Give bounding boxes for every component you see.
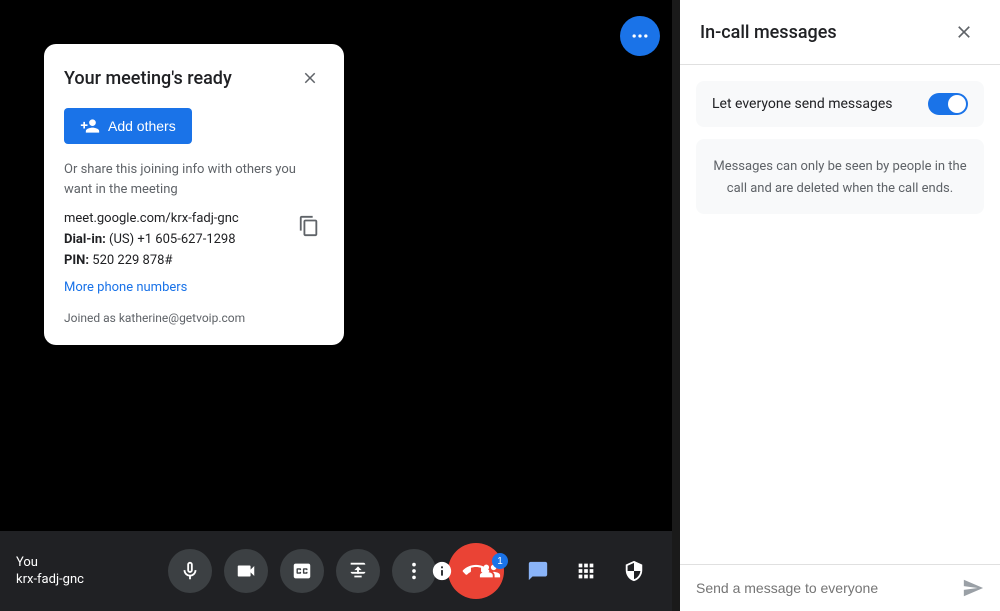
popup-header: Your meeting's ready <box>64 64 324 92</box>
meeting-info-button[interactable] <box>420 549 464 593</box>
add-others-button[interactable]: Add others <box>64 108 192 144</box>
panel-footer <box>680 564 1000 611</box>
microphone-button[interactable] <box>168 549 212 593</box>
meeting-info-text: meet.google.com/krx-fadj-gnc Dial-in: (U… <box>64 211 239 272</box>
share-text: Or share this joining info with others y… <box>64 160 324 199</box>
in-call-messages-panel: In-call messages Let everyone send messa… <box>680 0 1000 611</box>
people-badge: 1 <box>492 553 508 569</box>
present-button[interactable] <box>336 549 380 593</box>
people-button[interactable]: 1 <box>468 549 512 593</box>
bottom-left: You krx-fadj-gnc <box>16 555 84 587</box>
camera-button[interactable] <box>224 549 268 593</box>
dial-info: Dial-in: (US) +1 605-627-1298 PIN: 520 2… <box>64 230 239 272</box>
popup-title: Your meeting's ready <box>64 68 232 89</box>
toggle-row: Let everyone send messages <box>696 81 984 127</box>
activities-button[interactable] <box>564 549 608 593</box>
joined-as-text: Joined as katherine@getvoip.com <box>64 311 324 325</box>
panel-title: In-call messages <box>700 22 837 43</box>
security-button[interactable] <box>612 549 656 593</box>
more-options-button[interactable] <box>620 16 660 56</box>
right-controls: 1 <box>420 549 656 593</box>
info-box-text: Messages can only be seen by people in t… <box>713 159 966 196</box>
more-numbers-link[interactable]: More phone numbers <box>64 280 324 295</box>
panel-header: In-call messages <box>680 0 1000 65</box>
panel-content: Let everyone send messages Messages can … <box>680 65 1000 564</box>
meeting-info-row: meet.google.com/krx-fadj-gnc Dial-in: (U… <box>64 211 324 272</box>
meeting-id-label: krx-fadj-gnc <box>16 572 84 587</box>
bottom-bar: You krx-fadj-gnc <box>0 531 672 611</box>
copy-info-button[interactable] <box>294 211 324 246</box>
meeting-popup: Your meeting's ready Add others Or share… <box>44 44 344 345</box>
message-input[interactable] <box>696 580 954 596</box>
send-button[interactable] <box>962 577 984 599</box>
meeting-link: meet.google.com/krx-fadj-gnc <box>64 211 239 226</box>
you-label: You <box>16 555 84 570</box>
captions-button[interactable] <box>280 549 324 593</box>
chat-button[interactable] <box>516 549 560 593</box>
info-box: Messages can only be seen by people in t… <box>696 139 984 214</box>
toggle-switch[interactable] <box>928 93 968 115</box>
toggle-label: Let everyone send messages <box>712 96 893 112</box>
popup-close-button[interactable] <box>296 64 324 92</box>
panel-close-button[interactable] <box>948 16 980 48</box>
